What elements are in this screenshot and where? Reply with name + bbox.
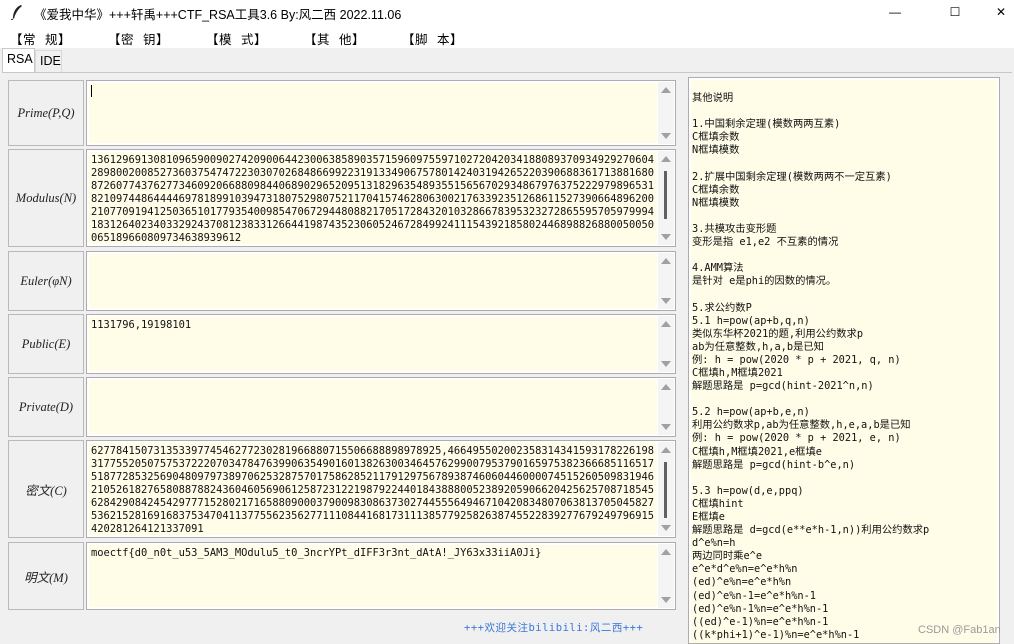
menu-mode[interactable]: 【模 式】 <box>206 29 267 48</box>
maximize-icon: ☐ <box>949 5 961 19</box>
scroll-up-icon[interactable] <box>661 447 671 453</box>
modulus-row: Modulus(N) 13612969130810965900902742090… <box>8 149 676 247</box>
scroll-up-icon[interactable] <box>661 549 671 555</box>
prime-scrollbar[interactable] <box>658 82 674 144</box>
prime-row: Prime(P,Q) <box>8 80 676 146</box>
close-icon: ✕ <box>995 5 1007 19</box>
scroll-up-icon[interactable] <box>661 156 671 162</box>
cipher-row: 密文(C) 6277841507313533977454627723028196… <box>8 440 676 538</box>
euler-row: Euler(φN) <box>8 251 676 311</box>
scroll-down-icon[interactable] <box>661 361 671 367</box>
plain-input[interactable]: moectf{d0_n0t_u53_5AM3_MOdulu5_t0_3ncrYP… <box>89 545 657 607</box>
window-title: 《爱我中华》+++轩禹+++CTF_RSA工具3.6 By:风二西 2022.1… <box>34 8 402 22</box>
scroll-thumb[interactable] <box>664 462 667 518</box>
scroll-up-icon[interactable] <box>661 321 671 327</box>
private-label: Private(D) <box>8 377 84 437</box>
scroll-down-icon[interactable] <box>661 525 671 531</box>
feather-icon <box>10 5 22 20</box>
menu-script[interactable]: 【脚 本】 <box>402 29 463 48</box>
modulus-field[interactable]: 1361296913081096590090274209006442300638… <box>86 149 676 247</box>
plain-label: 明文(M) <box>8 542 84 610</box>
public-label: Public(E) <box>8 314 84 374</box>
scroll-down-icon[interactable] <box>661 424 671 430</box>
tab-rsa[interactable]: RSA <box>2 48 35 72</box>
close-button[interactable]: ✕ <box>978 0 1014 24</box>
modulus-input[interactable]: 1361296913081096590090274209006442300638… <box>89 152 657 244</box>
private-field[interactable] <box>86 377 676 437</box>
tab-strip: RSA IDE <box>0 48 1014 72</box>
scroll-thumb[interactable] <box>664 171 667 219</box>
cipher-label: 密文(C) <box>8 440 84 538</box>
help-panel: 其他说明 1.中国剩余定理(模数两两互素) C框填余数 N框填模数 2.扩展中国… <box>688 77 1000 644</box>
menu-key[interactable]: 【密 钥】 <box>108 29 169 48</box>
euler-label: Euler(φN) <box>8 251 84 311</box>
help-text: 其他说明 1.中国剩余定理(模数两两互素) C框填余数 N框填模数 2.扩展中国… <box>691 80 997 643</box>
euler-field[interactable] <box>86 251 676 311</box>
plain-field[interactable]: moectf{d0_n0t_u53_5AM3_MOdulu5_t0_3ncrYP… <box>86 542 676 610</box>
public-field[interactable]: 1131796,19198101 <box>86 314 676 374</box>
text-caret <box>91 85 92 97</box>
private-scrollbar[interactable] <box>658 379 674 435</box>
euler-scrollbar[interactable] <box>658 253 674 309</box>
scroll-down-icon[interactable] <box>661 597 671 603</box>
bilibili-link[interactable]: +++欢迎关注bilibili:风二西+++ <box>464 620 643 635</box>
menu-general[interactable]: 【常 规】 <box>10 29 71 48</box>
cipher-scrollbar[interactable] <box>658 442 674 536</box>
public-row: Public(E) 1131796,19198101 <box>8 314 676 374</box>
title-bar: 《爱我中华》+++轩禹+++CTF_RSA工具3.6 By:风二西 2022.1… <box>0 0 1014 24</box>
private-row: Private(D) <box>8 377 676 437</box>
private-input[interactable] <box>89 380 657 434</box>
public-scrollbar[interactable] <box>658 316 674 372</box>
scroll-down-icon[interactable] <box>661 133 671 139</box>
scroll-down-icon[interactable] <box>661 298 671 304</box>
cipher-field[interactable]: 6277841507313533977454627723028196688071… <box>86 440 676 538</box>
euler-input[interactable] <box>89 254 657 308</box>
menu-bar: 【常 规】 【密 钥】 【模 式】 【其 他】 【脚 本】 <box>0 24 1014 48</box>
public-input[interactable]: 1131796,19198101 <box>89 317 657 371</box>
scroll-up-icon[interactable] <box>661 87 671 93</box>
scroll-down-icon[interactable] <box>661 234 671 240</box>
plain-row: 明文(M) moectf{d0_n0t_u53_5AM3_MOdulu5_t0_… <box>8 542 676 610</box>
minimize-icon: — <box>889 5 901 19</box>
modulus-scrollbar[interactable] <box>658 151 674 245</box>
prime-input[interactable] <box>89 83 657 143</box>
plain-scrollbar[interactable] <box>658 544 674 608</box>
modulus-label: Modulus(N) <box>8 149 84 247</box>
tab-ide[interactable]: IDE <box>35 50 62 72</box>
csdn-watermark: CSDN @Fab1an <box>918 624 1001 636</box>
prime-label: Prime(P,Q) <box>8 80 84 146</box>
scroll-up-icon[interactable] <box>661 258 671 264</box>
cipher-input[interactable]: 6277841507313533977454627723028196688071… <box>89 443 657 535</box>
scroll-up-icon[interactable] <box>661 384 671 390</box>
menu-other[interactable]: 【其 他】 <box>304 29 365 48</box>
minimize-button[interactable]: — <box>872 0 918 24</box>
maximize-button[interactable]: ☐ <box>932 0 978 24</box>
prime-field[interactable] <box>86 80 676 146</box>
